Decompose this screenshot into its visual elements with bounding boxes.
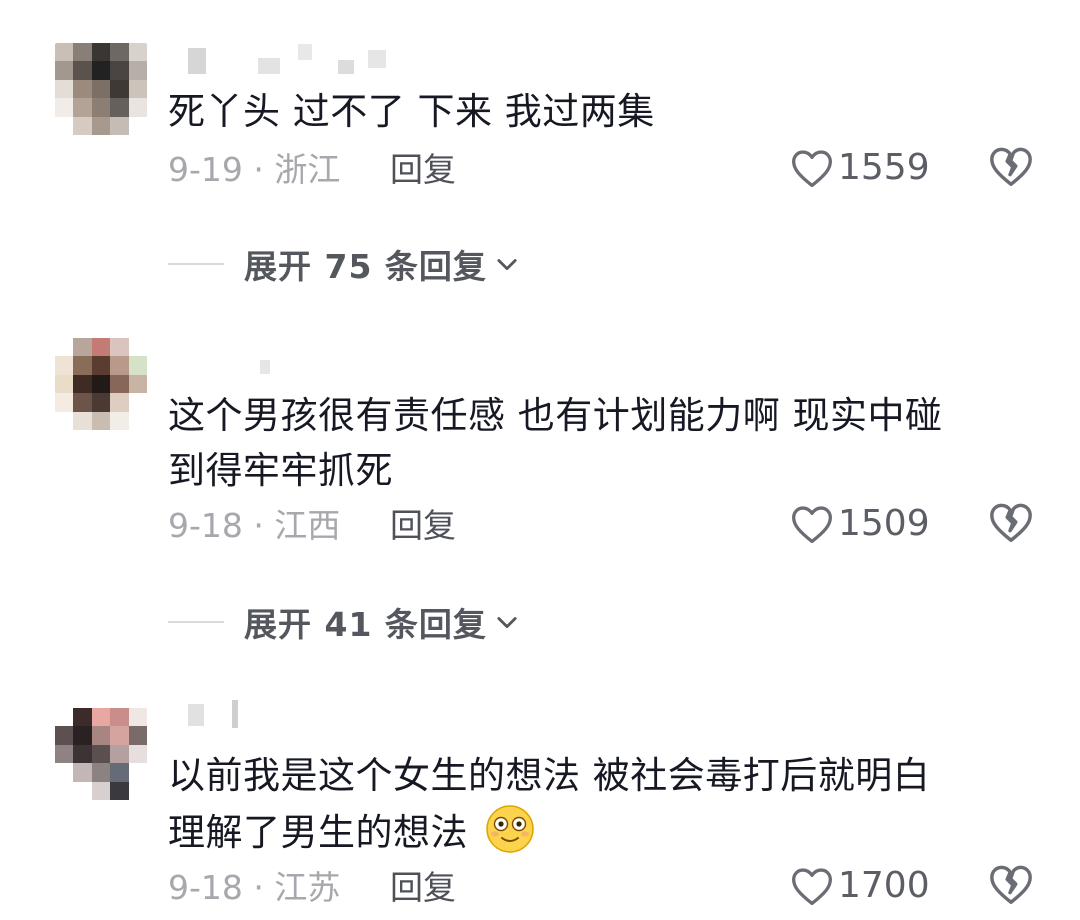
comment-text-line: 到得牢牢抓死 xyxy=(168,449,393,492)
dislike-button[interactable] xyxy=(988,144,1034,201)
divider-line xyxy=(168,263,224,265)
avatar[interactable] xyxy=(55,708,147,800)
heart-outline-icon xyxy=(792,868,832,906)
chevron-down-icon xyxy=(497,259,517,271)
dislike-button[interactable] xyxy=(988,500,1034,557)
comment-meta: 9-18 · 江苏 回复 1700 xyxy=(168,864,1048,910)
comment-text: 以前我是这个女生的想法 被社会毒打后就明白 理解了男生的想法 xyxy=(168,748,1048,860)
avatar[interactable] xyxy=(55,43,147,135)
like-count: 1700 xyxy=(838,865,930,906)
expand-replies-button[interactable]: 展开 75 条回复 xyxy=(168,242,521,286)
broken-heart-icon xyxy=(990,865,1032,904)
date-location: 9-19 · 浙江 xyxy=(168,150,341,189)
date-location: 9-18 · 江西 xyxy=(168,506,341,545)
username-blurred[interactable] xyxy=(168,40,398,80)
comment-text: 这个男孩很有责任感 也有计划能力啊 现实中碰 到得牢牢抓死 xyxy=(168,388,1048,498)
expand-replies-button[interactable]: 展开 41 条回复 xyxy=(168,600,521,644)
date-location: 9-18 · 江苏 xyxy=(168,868,341,907)
username-blurred[interactable] xyxy=(168,350,288,390)
expand-replies-label: 展开 41 条回复 xyxy=(244,605,487,644)
broken-heart-icon xyxy=(990,503,1032,542)
username-blurred[interactable] xyxy=(168,700,288,740)
comment-text-line: 死丫头 过不了 下来 我过两集 xyxy=(168,90,655,133)
like-count: 1509 xyxy=(838,503,930,544)
flushed-smile-emoji xyxy=(486,805,535,853)
reply-button[interactable]: 回复 xyxy=(390,148,456,192)
like-button[interactable]: 1509 xyxy=(790,502,930,546)
heart-outline-icon xyxy=(792,150,832,188)
comment-text-line: 理解了男生的想法 xyxy=(168,803,1048,860)
broken-heart-icon xyxy=(990,147,1032,186)
comment-text: 死丫头 过不了 下来 我过两集 xyxy=(168,84,1048,139)
comment-text-span: 理解了男生的想法 xyxy=(168,811,468,854)
chevron-down-icon xyxy=(497,617,517,629)
comment-meta: 9-19 · 浙江 回复 1559 xyxy=(168,146,1048,192)
dislike-button[interactable] xyxy=(988,862,1034,919)
like-button[interactable]: 1559 xyxy=(790,146,930,190)
like-count: 1559 xyxy=(838,147,930,188)
like-button[interactable]: 1700 xyxy=(790,864,930,908)
divider-line xyxy=(168,621,224,623)
expand-replies-label: 展开 75 条回复 xyxy=(244,247,487,286)
comment-meta: 9-18 · 江西 回复 1509 xyxy=(168,502,1048,548)
reply-button[interactable]: 回复 xyxy=(390,866,456,910)
avatar[interactable] xyxy=(55,338,147,430)
heart-outline-icon xyxy=(792,506,832,544)
comment-text-line: 这个男孩很有责任感 也有计划能力啊 现实中碰 xyxy=(168,394,943,437)
comment-text-line: 以前我是这个女生的想法 被社会毒打后就明白 xyxy=(168,754,931,797)
reply-button[interactable]: 回复 xyxy=(390,504,456,548)
